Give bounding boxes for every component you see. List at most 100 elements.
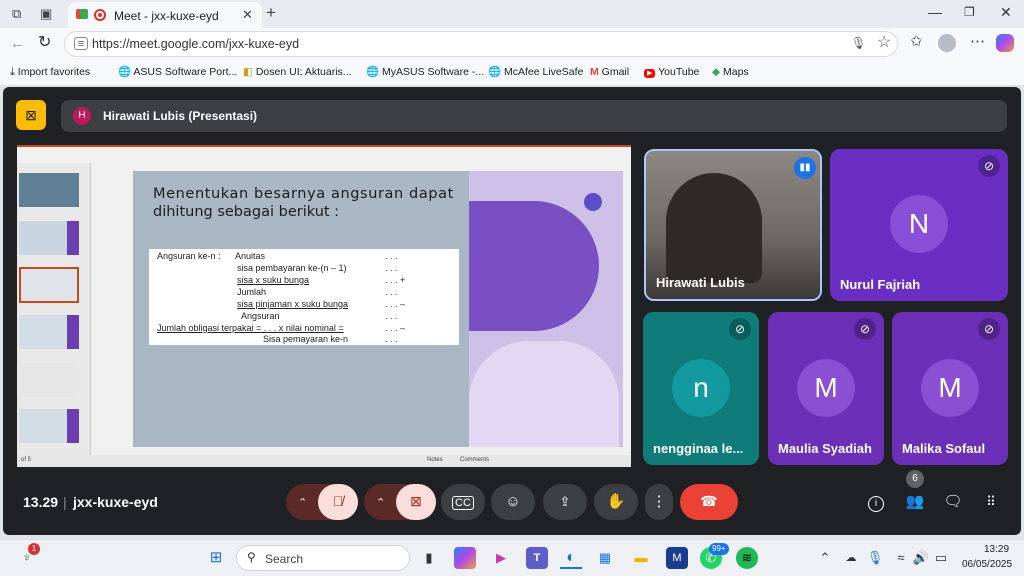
gmail-icon: M	[590, 66, 599, 78]
back-icon[interactable]: ←	[10, 36, 25, 51]
audio-options-button[interactable]: ⌃ 🎙̸	[286, 484, 358, 520]
participant-avatar: n	[672, 359, 730, 417]
bookmark-dosen[interactable]: ◧ Dosen UI: Aktuaris...	[243, 66, 352, 78]
profile-avatar[interactable]	[938, 34, 956, 52]
thumbnail[interactable]	[19, 173, 79, 207]
taskbar-search[interactable]: ⚲ Search	[236, 545, 410, 571]
row-c1: Jumlah obligasi terpakai = . . . x nilai…	[157, 323, 344, 333]
participant-tile[interactable]: ▮▮ Hirawati Lubis	[644, 149, 822, 301]
chat-button[interactable]: 🗨	[941, 484, 965, 520]
start-button[interactable]: ⊞	[205, 547, 227, 569]
favorites-icon[interactable]: ✩	[910, 34, 923, 49]
thumbnail[interactable]	[19, 409, 79, 443]
presentation-bar: H Hirawati Lubis (Presentasi)	[61, 100, 1007, 132]
taskbar-date[interactable]: 06/05/2025	[962, 559, 1012, 570]
more-menu-icon[interactable]: ⋯	[970, 34, 985, 49]
globe-icon: 🌐	[118, 66, 132, 78]
raise-hand-button[interactable]: ✋	[594, 484, 638, 520]
reload-icon[interactable]: ↻	[38, 35, 51, 51]
video-options-button[interactable]: ⌃ ⊠	[364, 484, 436, 520]
minimize-icon[interactable]: —	[928, 5, 942, 19]
file-explorer-icon[interactable]: ▬	[630, 547, 652, 569]
microphone-icon[interactable]: 🎙	[851, 37, 866, 49]
bookmark-mcafee[interactable]: 🌐 McAfee LiveSafe	[488, 66, 583, 78]
captions-button[interactable]: CC	[441, 484, 485, 520]
row-c3: . . .	[385, 251, 398, 261]
bookmark-maps[interactable]: ◆ Maps	[712, 66, 749, 78]
camera-toggle-button[interactable]: ⊠	[396, 484, 436, 520]
close-tab-icon[interactable]: ✕	[242, 8, 253, 21]
mic-toggle-button[interactable]: 🎙̸	[318, 484, 358, 520]
notification-badge: 1	[28, 543, 40, 555]
site-info-icon[interactable]: ≡	[74, 37, 88, 50]
cloud-icon[interactable]: ☁	[840, 547, 862, 569]
close-window-icon[interactable]: ✕	[1000, 5, 1012, 19]
app-icon[interactable]: M	[666, 547, 688, 569]
import-icon: ⤓	[10, 66, 15, 78]
thumbnail[interactable]	[19, 315, 79, 349]
participant-tile[interactable]: ⊘ M Maulia Syadiah	[768, 312, 884, 465]
wifi-icon[interactable]: ≈	[890, 547, 912, 569]
comments-button[interactable]: Comments	[460, 457, 489, 463]
participant-name: Maulia Syadiah	[778, 441, 872, 456]
spotify-icon[interactable]: ≋	[736, 547, 758, 569]
ppt-status-bar: of 5 Notes Comments	[17, 455, 631, 467]
address-bar[interactable]: ≡ https://meet.google.com/jxx-kuxe-eyd 🎙…	[64, 31, 898, 57]
row-c2: sisa x suku bunga	[237, 275, 310, 285]
stop-presenting-button[interactable]: ⊠	[16, 100, 46, 130]
participant-tile[interactable]: ⊘ M Malika Sofaul	[892, 312, 1008, 465]
hand-icon: ✋	[606, 493, 626, 510]
speaking-indicator-icon: ▮▮	[794, 157, 816, 179]
volume-icon[interactable]: 🔊	[910, 547, 932, 569]
media-player-icon[interactable]: ▶	[490, 547, 512, 569]
task-view-icon[interactable]: ▮	[418, 547, 440, 569]
bookmark-youtube[interactable]: ▶ YouTube	[644, 66, 699, 78]
meeting-clock: 13.29	[23, 494, 59, 510]
bookmark-label: YouTube	[658, 66, 700, 78]
mic-off-icon: ⊘	[978, 318, 1000, 340]
favorite-star-icon[interactable]: ☆	[877, 35, 891, 51]
present-button[interactable]: ⇪	[543, 484, 587, 520]
activities-button[interactable]: ⠿	[979, 484, 1003, 520]
taskbar-time[interactable]: 13:29	[984, 544, 1009, 555]
present-off-icon: ⊠	[25, 107, 37, 123]
meet-favicon-icon	[76, 9, 88, 19]
meeting-details-button[interactable]: i	[865, 484, 887, 520]
more-options-button[interactable]: ⋮	[645, 484, 673, 520]
bookmark-gmail[interactable]: M Gmail	[590, 66, 629, 78]
tray-chevron-icon[interactable]: ⌃	[814, 547, 836, 569]
mic-tray-icon[interactable]: 🎙	[864, 547, 886, 569]
battery-icon[interactable]: ▭	[930, 547, 952, 569]
teams-icon[interactable]: T	[526, 547, 548, 569]
globe-icon: 🌐	[366, 66, 380, 78]
bookmark-asus[interactable]: 🌐 ASUS Software Port...	[118, 66, 237, 78]
bookmark-myasus[interactable]: 🌐 MyASUS Software -...	[366, 66, 484, 78]
people-button[interactable]: 👥 6	[903, 470, 927, 520]
leave-call-button[interactable]: ☎	[680, 484, 738, 520]
people-icon: 👥	[905, 493, 925, 510]
bookmark-import-favorites[interactable]: ⤓ Import favorites	[10, 66, 90, 78]
browser-tab-meet[interactable]: Meet - jxx-kuxe-eyd ✕	[68, 2, 262, 28]
restore-icon[interactable]: ❐	[964, 6, 975, 18]
thumbnail[interactable]	[19, 363, 79, 397]
participant-tile[interactable]: ⊘ N Nurul Fajriah	[830, 149, 1008, 301]
thumbnail[interactable]	[19, 221, 79, 255]
copilot-app-icon[interactable]	[454, 547, 476, 569]
copilot-icon[interactable]	[996, 34, 1014, 52]
page-indicator: of 5	[21, 457, 32, 463]
notes-button[interactable]: Notes	[427, 457, 443, 463]
reactions-button[interactable]: ☺	[491, 484, 535, 520]
row-c2: Anuitas	[235, 251, 266, 261]
thumbnail-selected[interactable]	[19, 267, 79, 303]
participant-tile[interactable]: ⊘ n nengginaa le...	[643, 312, 759, 465]
shared-screen: Menentukan besarnya angsuran dapat dihit…	[17, 145, 631, 467]
row-c3: . . .	[385, 311, 398, 321]
tab-actions-icon[interactable]: ▣	[40, 7, 52, 20]
workspaces-icon[interactable]: ⧉	[12, 7, 21, 20]
store-icon[interactable]: ▦	[594, 547, 616, 569]
slide-table: Angsuran ke-n : Anuitas . . . sisa pemba…	[149, 249, 459, 345]
slide-heading: Menentukan besarnya angsuran dapat dihit…	[153, 185, 453, 221]
new-tab-icon[interactable]: +	[266, 4, 276, 21]
chat-icon: 🗨	[943, 493, 963, 510]
edge-icon[interactable]: ◐	[560, 547, 582, 569]
